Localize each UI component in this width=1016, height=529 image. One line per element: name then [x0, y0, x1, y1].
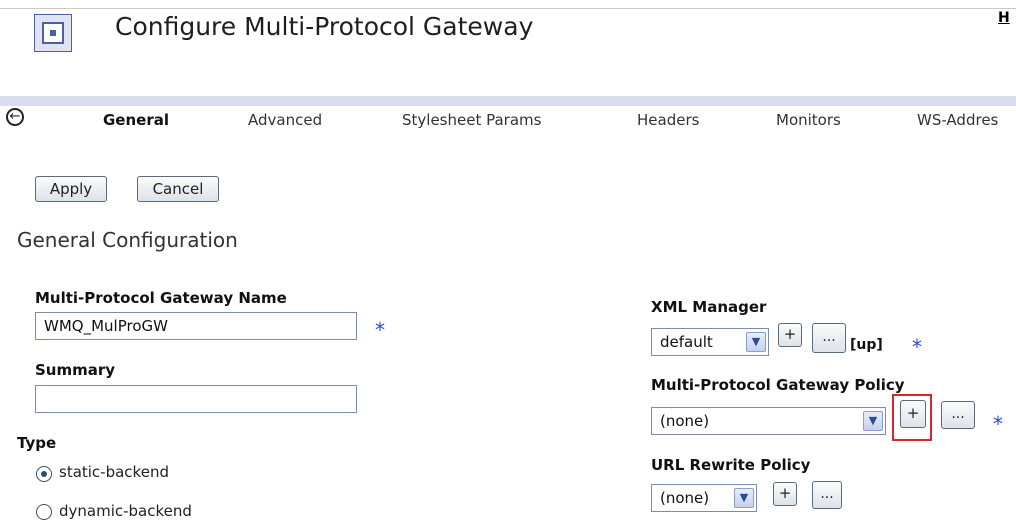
gateway-name-input[interactable]: WMQ_MulProGW	[35, 312, 357, 340]
url-rewrite-edit-button[interactable]: ...	[812, 481, 842, 509]
required-marker: *	[993, 412, 1003, 436]
highlight-box	[892, 394, 932, 441]
tab-advanced[interactable]: Advanced	[248, 106, 322, 134]
gateway-policy-edit-button[interactable]: ...	[941, 401, 975, 429]
header-divider	[0, 8, 1016, 9]
gateway-name-label: Multi-Protocol Gateway Name	[35, 289, 287, 307]
page-title: Configure Multi-Protocol Gateway	[115, 12, 534, 41]
tab-monitors[interactable]: Monitors	[776, 106, 841, 134]
xml-manager-value: default	[660, 333, 713, 351]
summary-input[interactable]	[35, 385, 357, 413]
xml-manager-status: [up]	[850, 337, 883, 353]
gateway-policy-value: (none)	[660, 412, 710, 430]
tab-ws-addressing[interactable]: WS-Addres	[917, 106, 998, 134]
xml-manager-select[interactable]: default ▼	[651, 328, 769, 356]
required-marker: *	[375, 318, 385, 342]
apply-button[interactable]: Apply	[35, 176, 107, 202]
url-rewrite-label: URL Rewrite Policy	[651, 456, 811, 474]
gateway-policy-label: Multi-Protocol Gateway Policy	[651, 376, 905, 394]
gateway-app-icon	[34, 14, 72, 52]
static-backend-label[interactable]: static-backend	[59, 463, 169, 481]
dynamic-backend-radio[interactable]	[36, 504, 52, 520]
xml-manager-label: XML Manager	[651, 298, 767, 316]
cancel-button[interactable]: Cancel	[137, 176, 219, 202]
back-arrow-icon[interactable]: ←	[6, 108, 24, 126]
static-backend-radio[interactable]	[36, 466, 52, 482]
chevron-down-icon: ▼	[734, 488, 754, 508]
type-label: Type	[17, 434, 57, 452]
xml-manager-add-button[interactable]: +	[778, 323, 802, 347]
dynamic-backend-label[interactable]: dynamic-backend	[59, 502, 192, 520]
section-heading: General Configuration	[17, 228, 238, 252]
xml-manager-edit-button[interactable]: ...	[812, 323, 846, 353]
url-rewrite-add-button[interactable]: +	[773, 482, 797, 506]
tab-stylesheet-params[interactable]: Stylesheet Params	[402, 106, 541, 134]
tab-headers[interactable]: Headers	[637, 106, 699, 134]
help-link[interactable]: H	[998, 10, 1010, 26]
url-rewrite-select[interactable]: (none) ▼	[651, 484, 757, 512]
gateway-policy-select[interactable]: (none) ▼	[651, 407, 886, 435]
tab-bar-band	[0, 96, 1016, 106]
url-rewrite-value: (none)	[660, 489, 710, 507]
required-marker: *	[912, 335, 922, 359]
summary-label: Summary	[35, 361, 116, 379]
tab-general[interactable]: General	[103, 106, 169, 134]
chevron-down-icon: ▼	[863, 411, 883, 431]
chevron-down-icon: ▼	[746, 332, 766, 352]
